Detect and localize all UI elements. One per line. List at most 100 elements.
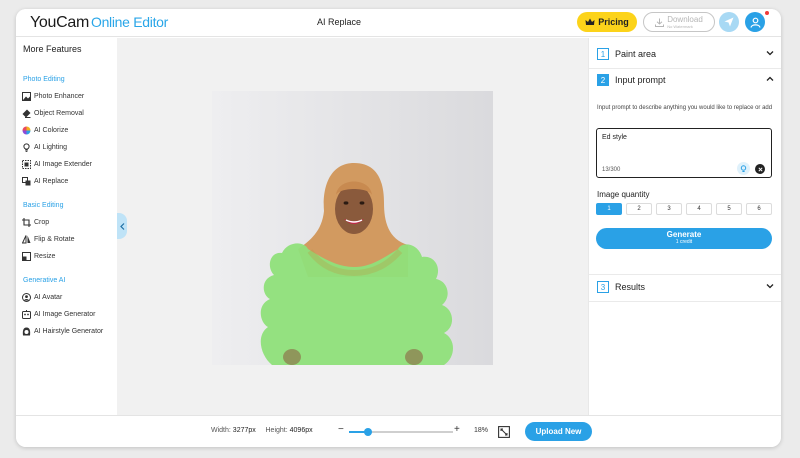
sidebar-item-resize[interactable]: Resize — [22, 249, 117, 263]
quantity-option-4[interactable]: 4 — [686, 203, 712, 215]
section-input-prompt[interactable]: 2 Input prompt — [597, 72, 774, 88]
quantity-selector: 1 2 3 4 5 6 — [596, 203, 772, 215]
section-label: Input prompt — [615, 75, 666, 85]
sidebar-item-ai-image-extender[interactable]: AI Image Extender — [22, 157, 117, 171]
clear-prompt-button[interactable] — [755, 164, 765, 174]
quantity-option-5[interactable]: 5 — [716, 203, 742, 215]
collapse-sidebar-button[interactable] — [117, 213, 127, 239]
sidebar-item-label: AI Lighting — [34, 143, 68, 151]
divider — [589, 68, 781, 69]
portrait-photo — [212, 91, 493, 365]
pricing-button[interactable]: Pricing — [577, 12, 637, 32]
step-number: 2 — [597, 74, 609, 86]
crop-icon — [22, 217, 31, 227]
zoom-level: 18% — [474, 427, 489, 434]
quantity-label: Image quantity — [597, 190, 650, 199]
editor-window: YouCam Online Editor AI Replace Pricing D… — [16, 9, 781, 447]
eraser-icon — [22, 109, 31, 118]
edit-image[interactable] — [212, 91, 493, 365]
avatar-icon — [22, 292, 31, 302]
sidebar-item-label: Photo Enhancer — [34, 92, 85, 100]
account-button[interactable] — [745, 12, 765, 32]
sidebar-item-label: AI Colorize — [34, 126, 69, 134]
share-button[interactable] — [719, 12, 739, 32]
section-photo-editing: Photo Editing — [23, 76, 65, 83]
upload-new-button[interactable]: Upload New — [525, 422, 592, 441]
expand-icon — [22, 159, 31, 169]
download-text: Download No Watermark — [667, 15, 703, 29]
pricing-label: Pricing — [598, 17, 629, 27]
sidebar-item-label: AI Replace — [34, 177, 69, 185]
image-dimensions: Width: 3277px Height: 4096px — [211, 427, 313, 434]
resize-icon — [22, 251, 31, 261]
replace-icon — [22, 176, 31, 186]
section-basic-editing: Basic Editing — [23, 202, 64, 209]
page-title: AI Replace — [317, 17, 362, 27]
download-button[interactable]: Download No Watermark — [643, 12, 715, 32]
section-label: Paint area — [615, 49, 657, 59]
image-icon — [22, 91, 31, 101]
fit-screen-icon — [498, 426, 510, 438]
width-label: Width: — [211, 427, 231, 434]
sidebar-item-object-removal[interactable]: Object Removal — [22, 106, 117, 120]
quantity-option-6[interactable]: 6 — [746, 203, 772, 215]
chevron-left-icon — [119, 222, 124, 230]
prompt-value: Ed style — [602, 134, 627, 141]
chevron-up-icon — [766, 76, 774, 81]
app-logo[interactable]: YouCam Online Editor — [30, 14, 168, 32]
divider — [589, 301, 781, 302]
brand-name: YouCam — [30, 14, 89, 31]
top-bar: YouCam Online Editor AI Replace Pricing D… — [16, 9, 781, 37]
close-icon — [757, 166, 763, 172]
generate-button[interactable]: Generate 1 credit — [596, 228, 772, 249]
height-value: 4096px — [289, 427, 313, 434]
quantity-option-3[interactable]: 3 — [656, 203, 682, 215]
generate-credit: 1 credit — [675, 239, 693, 245]
sidebar-item-ai-lighting[interactable]: AI Lighting — [22, 140, 117, 154]
sidebar-item-ai-colorize[interactable]: AI Colorize — [22, 123, 117, 137]
zoom-in-button[interactable]: + — [454, 424, 460, 435]
zoom-out-button[interactable]: − — [338, 424, 344, 435]
prompt-input[interactable]: Ed style 13/300 — [596, 128, 772, 178]
sidebar-item-crop[interactable]: Crop — [22, 215, 117, 229]
sidebar-item-ai-hairstyle-generator[interactable]: AI Hairstyle Generator — [22, 324, 117, 338]
char-counter: 13/300 — [602, 167, 621, 173]
chevron-down-icon — [766, 51, 774, 56]
crown-icon — [585, 18, 595, 25]
canvas-area — [117, 38, 588, 415]
sidebar-item-ai-replace[interactable]: AI Replace — [22, 174, 117, 188]
generator-icon — [22, 309, 31, 319]
notification-dot — [765, 11, 769, 15]
section-results[interactable]: 3 Results — [597, 279, 774, 295]
hairstyle-icon — [22, 327, 31, 336]
sidebar-item-label: Object Removal — [34, 109, 84, 117]
step-number: 1 — [597, 48, 609, 60]
download-sublabel: No Watermark — [667, 23, 693, 29]
width-value: 3277px — [232, 427, 256, 434]
sidebar-item-ai-image-generator[interactable]: AI Image Generator — [22, 307, 117, 321]
fit-screen-button[interactable] — [498, 425, 510, 443]
sidebar-title: More Features — [23, 44, 82, 54]
zoom-slider-handle[interactable] — [364, 428, 372, 436]
color-wheel-icon — [22, 126, 31, 135]
sidebar-item-ai-avatar[interactable]: AI Avatar — [22, 290, 117, 304]
sidebar-item-label: Crop — [34, 218, 50, 226]
quantity-option-2[interactable]: 2 — [626, 203, 652, 215]
sidebar-item-label: Resize — [34, 252, 56, 260]
prompt-suggest-button[interactable] — [737, 162, 750, 175]
user-icon — [749, 17, 761, 28]
sidebar-item-label: Flip & Rotate — [34, 235, 75, 243]
feature-sidebar: More Features Photo Editing Photo Enhanc… — [16, 38, 117, 415]
zoom-slider[interactable] — [349, 428, 453, 436]
section-paint-area[interactable]: 1 Paint area — [597, 46, 774, 62]
flip-icon — [22, 234, 31, 244]
lightbulb-icon — [740, 164, 747, 172]
step-number: 3 — [597, 281, 609, 293]
quantity-option-1[interactable]: 1 — [596, 203, 622, 215]
sidebar-item-label: AI Avatar — [34, 293, 63, 301]
sidebar-item-photo-enhancer[interactable]: Photo Enhancer — [22, 89, 117, 103]
divider — [589, 274, 781, 275]
download-icon — [655, 18, 665, 27]
sidebar-item-flip-rotate[interactable]: Flip & Rotate — [22, 232, 117, 246]
section-label: Results — [615, 282, 646, 292]
